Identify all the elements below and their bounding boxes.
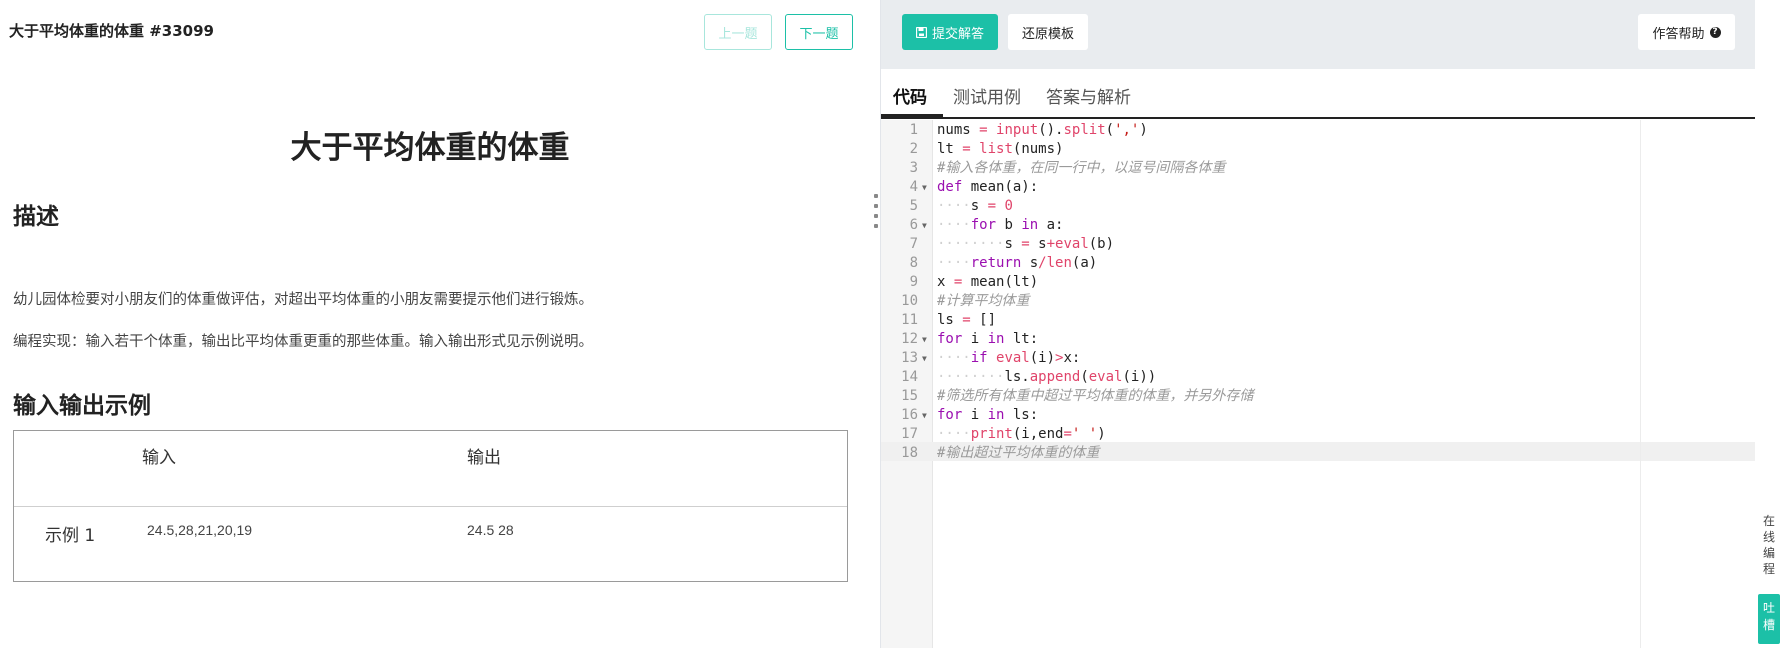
line-number: 8 bbox=[909, 255, 918, 271]
code-line[interactable]: 9 x = mean(lt) bbox=[881, 273, 1755, 292]
code-text: ····return s/len(a) bbox=[937, 255, 1098, 271]
code-text: ····for b in a: bbox=[937, 217, 1064, 233]
line-number: 10 bbox=[901, 293, 918, 309]
feedback-button[interactable]: 吐槽 bbox=[1758, 594, 1780, 644]
tab-code[interactable]: 代码 bbox=[893, 83, 927, 108]
tab-answer-analysis[interactable]: 答案与解析 bbox=[1046, 83, 1131, 108]
code-line[interactable]: 18 #输出超过平均体重的体重 bbox=[881, 444, 1755, 463]
code-text: nums = input().split(',') bbox=[937, 122, 1148, 138]
table-row-label: 示例 1 bbox=[45, 526, 96, 546]
problem-header-title: 大于平均体重的体重 #33099 bbox=[9, 22, 214, 40]
answer-help-button[interactable]: 作答帮助 ? bbox=[1638, 14, 1735, 50]
editor-pane: 提交解答 还原模板 作答帮助 ? 代码 测试用例 答案与解析 1 nums = i… bbox=[880, 0, 1782, 648]
code-text: #输入各体重，在同一行中，以逗号间隔各体重 bbox=[937, 160, 1226, 176]
line-number: 5 bbox=[909, 198, 918, 214]
code-text: #输出超过平均体重的体重 bbox=[937, 445, 1100, 461]
fold-toggle-icon[interactable]: ▼ bbox=[922, 178, 927, 197]
code-text: def mean(a): bbox=[937, 179, 1039, 195]
line-number: 13 bbox=[901, 350, 918, 366]
code-line[interactable]: 6 ▼ ····for b in a: bbox=[881, 216, 1755, 235]
prev-question-button[interactable]: 上一题 bbox=[704, 14, 772, 50]
code-line[interactable]: 17 ····print(i,end=' ') bbox=[881, 425, 1755, 444]
table-row-output: 24.5 28 bbox=[467, 522, 514, 538]
line-number: 11 bbox=[901, 312, 918, 328]
line-number: 17 bbox=[901, 426, 918, 442]
line-number: 4 bbox=[909, 179, 918, 195]
line-number: 6 bbox=[909, 217, 918, 233]
line-number: 16 bbox=[901, 407, 918, 423]
line-number: 2 bbox=[909, 141, 918, 157]
tab-test-cases[interactable]: 测试用例 bbox=[953, 83, 1021, 108]
code-line[interactable]: 5 ····s = 0 bbox=[881, 197, 1755, 216]
code-text: ········ls.append(eval(i)) bbox=[937, 369, 1157, 385]
code-line[interactable]: 10 #计算平均体重 bbox=[881, 292, 1755, 311]
code-text: for i in ls: bbox=[937, 407, 1039, 423]
fold-toggle-icon[interactable]: ▼ bbox=[922, 330, 927, 349]
examples-table: 输入 输出 示例 1 24.5,28,21,20,19 24.5 28 bbox=[13, 430, 848, 582]
line-number: 18 bbox=[901, 445, 918, 461]
online-editor-text: 在线编程 bbox=[1762, 514, 1775, 576]
submit-answer-label: 提交解答 bbox=[931, 26, 984, 42]
line-number: 14 bbox=[901, 369, 918, 385]
line-number: 12 bbox=[901, 331, 918, 347]
next-question-button[interactable]: 下一题 bbox=[785, 14, 853, 50]
code-line[interactable]: 1 nums = input().split(',') bbox=[881, 121, 1755, 140]
code-text: ········s = s+eval(b) bbox=[937, 236, 1115, 252]
code-lines: 1 nums = input().split(',') 2 lt = list(num… bbox=[881, 121, 1755, 463]
line-number: 7 bbox=[909, 236, 918, 252]
code-line[interactable]: 8 ····return s/len(a) bbox=[881, 254, 1755, 273]
fold-toggle-icon[interactable]: ▼ bbox=[922, 216, 927, 235]
code-line[interactable]: 11 ls = [] bbox=[881, 311, 1755, 330]
line-number: 1 bbox=[909, 122, 918, 138]
editor-tabs: 代码 测试用例 答案与解析 bbox=[881, 69, 1755, 119]
editor-toolbar: 提交解答 还原模板 作答帮助 ? bbox=[881, 0, 1755, 69]
active-tab-indicator bbox=[881, 114, 943, 118]
description-heading: 描述 bbox=[13, 204, 59, 230]
submit-answer-button[interactable]: 提交解答 bbox=[902, 14, 998, 50]
code-line[interactable]: 13 ▼ ····if eval(i)>x: bbox=[881, 349, 1755, 368]
table-header-output: 输出 bbox=[467, 448, 501, 468]
restore-template-button[interactable]: 还原模板 bbox=[1008, 14, 1088, 50]
answer-help-label: 作答帮助 bbox=[1652, 26, 1705, 42]
code-text: #筛选所有体重中超过平均体重的体重，并另外存储 bbox=[937, 388, 1254, 404]
code-text: ls = [] bbox=[937, 312, 997, 328]
line-number: 15 bbox=[901, 388, 918, 404]
code-line[interactable]: 7 ········s = s+eval(b) bbox=[881, 235, 1755, 254]
code-line[interactable]: 16 ▼ for i in ls: bbox=[881, 406, 1755, 425]
description-paragraph-2: 编程实现：输入若干个体重，输出比平均体重更重的那些体重。输入输出形式见示例说明。 bbox=[13, 334, 593, 350]
description-paragraph-1: 幼儿园体检要对小朋友们的体重做评估，对超出平均体重的小朋友需要提示他们进行锻炼。 bbox=[13, 292, 593, 308]
code-editor[interactable]: 1 nums = input().split(',') 2 lt = list(num… bbox=[881, 120, 1755, 648]
table-row-input: 24.5,28,21,20,19 bbox=[147, 522, 253, 538]
code-line[interactable]: 14 ········ls.append(eval(i)) bbox=[881, 368, 1755, 387]
app-root: 大于平均体重的体重 #33099 上一题 下一题 大于平均体重的体重 描述 幼儿… bbox=[0, 0, 1782, 648]
fold-toggle-icon[interactable]: ▼ bbox=[922, 349, 927, 368]
feedback-text: 吐槽 bbox=[1762, 601, 1775, 632]
problem-pane: 大于平均体重的体重 #33099 上一题 下一题 大于平均体重的体重 描述 幼儿… bbox=[0, 0, 880, 648]
save-icon bbox=[915, 26, 927, 38]
problem-title: 大于平均体重的体重 bbox=[290, 130, 570, 166]
line-number: 9 bbox=[909, 274, 918, 290]
code-text: ····print(i,end=' ') bbox=[937, 426, 1106, 442]
code-line[interactable]: 2 lt = list(nums) bbox=[881, 140, 1755, 159]
code-text: #计算平均体重 bbox=[937, 293, 1030, 309]
fold-toggle-icon[interactable]: ▼ bbox=[922, 406, 927, 425]
line-number: 3 bbox=[909, 160, 918, 176]
pane-resize-handle[interactable] bbox=[874, 194, 878, 228]
code-text: lt = list(nums) bbox=[937, 141, 1064, 157]
question-circle-icon: ? bbox=[1709, 26, 1721, 38]
online-editor-label: 在线编程 bbox=[1758, 513, 1780, 583]
table-divider bbox=[14, 506, 847, 507]
code-text: ····if eval(i)>x: bbox=[937, 350, 1081, 366]
examples-heading: 输入输出示例 bbox=[13, 393, 151, 419]
code-text: ····s = 0 bbox=[937, 198, 1013, 214]
code-line[interactable]: 3 #输入各体重，在同一行中，以逗号间隔各体重 bbox=[881, 159, 1755, 178]
code-text: for i in lt: bbox=[937, 331, 1039, 347]
code-line[interactable]: 12 ▼ for i in lt: bbox=[881, 330, 1755, 349]
code-line[interactable]: 15 #筛选所有体重中超过平均体重的体重，并另外存储 bbox=[881, 387, 1755, 406]
code-text: x = mean(lt) bbox=[937, 274, 1039, 290]
code-line[interactable]: 4 ▼ def mean(a): bbox=[881, 178, 1755, 197]
table-header-input: 输入 bbox=[142, 448, 176, 468]
